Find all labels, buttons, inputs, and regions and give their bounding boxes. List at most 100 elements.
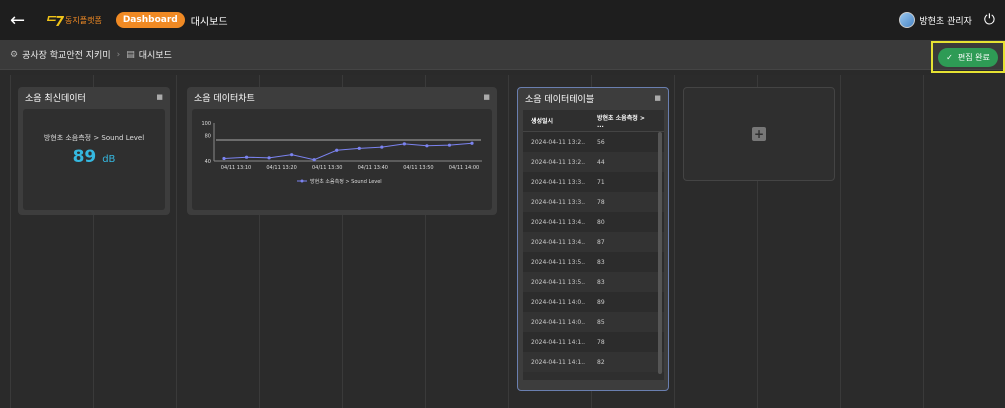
data-point — [335, 148, 339, 152]
table-row[interactable]: 2024-04-11 13:2.. 44 — [523, 152, 664, 172]
dashboard-badge: Dashboard — [115, 12, 185, 28]
gear-icon: ⚙ — [10, 49, 19, 60]
table-cell-date: 2024-04-11 14:1.. — [531, 358, 586, 366]
latest-number: 89 — [72, 147, 97, 167]
table-cell-value: 71 — [597, 178, 605, 186]
data-point — [312, 158, 316, 162]
scrollbar[interactable] — [658, 132, 662, 374]
data-point — [470, 141, 474, 145]
x-tick-label: 04/11 13:20 — [266, 165, 296, 171]
x-tick-label: 04/11 13:30 — [312, 165, 342, 171]
latest-unit: dB — [102, 154, 116, 165]
edit-done-button[interactable]: ✓ 편집 완료 — [938, 47, 998, 67]
table-cell-value: 78 — [597, 198, 605, 206]
breadcrumb-root[interactable]: 공사장 학교안전 지키미 — [22, 48, 111, 61]
table-row[interactable]: 2024-04-11 13:4.. 87 — [523, 232, 664, 252]
avatar — [899, 12, 916, 28]
y-tick-label: 40 — [205, 159, 211, 165]
column-header[interactable]: 방현초 소음측정 > ... — [591, 113, 651, 129]
table-cell-value: 89 — [597, 298, 605, 306]
breadcrumb-bar: ⚙ 공사장 학교안전 지키미 › ▤ 대시보드 — [0, 40, 1005, 70]
data-point — [244, 155, 249, 159]
chevron-right-icon: › — [116, 49, 121, 60]
breadcrumb: ⚙ 공사장 학교안전 지키미 › ▤ 대시보드 — [10, 48, 172, 62]
edit-done-label: 편집 완료 — [957, 52, 990, 62]
table-cell-value: 44 — [597, 158, 605, 166]
data-point — [290, 153, 294, 157]
widget-title: 소음 최신데이터 — [25, 93, 86, 104]
data-point — [267, 156, 271, 160]
logo-mark: ᄃ7 — [44, 14, 64, 30]
x-tick-label: 04/11 14:00 — [449, 165, 479, 171]
table-cell-value: 78 — [597, 338, 605, 346]
power-icon[interactable]: ⏻ — [984, 12, 995, 28]
trash-icon[interactable]: ■ — [483, 93, 490, 101]
arrow-left-icon[interactable]: ← — [10, 10, 32, 31]
user-menu[interactable]: 방현초 관리자 — [899, 12, 972, 28]
data-point — [357, 146, 361, 150]
y-tick-label: 100 — [201, 121, 211, 127]
table-cell-date: 2024-04-11 13:3.. — [531, 178, 586, 186]
latest-label: 방현초 소음측정 > Sound Level — [43, 134, 145, 142]
data-chart-widget[interactable]: 소음 데이터차트 ■ 100 80 40 04/11 13:10 04/11 13:20 0… — [187, 87, 497, 215]
dashboard-canvas: 소음 최신데이터 ■ 방현초 소음측정 > Sound Level 89 dB 소… — [10, 75, 1000, 408]
table-row[interactable]: 2024-04-11 14:0.. 85 — [523, 312, 664, 332]
table-cell-date: 2024-04-11 14:0.. — [531, 298, 586, 306]
table-cell-date: 2024-04-11 13:5.. — [531, 278, 586, 286]
table-header: 생성일시 방현초 소음측정 > ... — [523, 110, 664, 132]
widget-title: 소음 데이터차트 — [194, 93, 255, 104]
table-cell-value: 82 — [597, 358, 605, 366]
column-header[interactable]: 생성일시 — [523, 116, 591, 125]
table-row[interactable]: 2024-04-11 13:3.. 78 — [523, 192, 664, 212]
x-tick-label: 04/11 13:10 — [221, 165, 251, 171]
x-tick-label: 04/11 13:50 — [403, 165, 433, 171]
table-cell-value: 83 — [597, 278, 605, 286]
data-point — [425, 144, 429, 148]
widget-body: 방현초 소음측정 > Sound Level 89 dB — [23, 109, 165, 210]
line-chart: 100 80 40 04/11 13:10 04/11 13:20 04/11 13:30… — [201, 121, 482, 185]
x-tick-label: 04/11 13:40 — [358, 165, 388, 171]
data-point — [447, 143, 452, 147]
dashboard-icon: ▤ — [126, 49, 135, 60]
table-row[interactable]: 2024-04-11 14:1.. 82 — [523, 352, 664, 372]
table-row[interactable]: 2024-04-11 14:1.. 78 — [523, 332, 664, 352]
table-cell-date: 2024-04-11 13:4.. — [531, 238, 586, 246]
user-name: 방현초 관리자 — [919, 16, 972, 27]
logo-text: 동지플랫폼 — [65, 15, 102, 25]
widget-body: 100 80 40 04/11 13:10 04/11 13:20 04/11 13:30… — [192, 109, 492, 210]
table-row[interactable]: 2024-04-11 13:5.. 83 — [523, 272, 664, 292]
latest-value: 89 dB — [23, 147, 165, 167]
table-cell-value: 87 — [597, 238, 605, 246]
table-cell-value: 83 — [597, 258, 605, 266]
data-table: 생성일시 방현초 소음측정 > ... 2024-04-11 13:2.. 56 2… — [523, 110, 664, 380]
add-widget-icon[interactable]: + — [752, 127, 766, 141]
breadcrumb-current: 대시보드 — [138, 51, 172, 61]
table-cell-date: 2024-04-11 13:4.. — [531, 218, 586, 226]
table-cell-value: 80 — [597, 218, 605, 226]
table-cell-date: 2024-04-11 14:1.. — [531, 338, 586, 346]
table-row[interactable]: 2024-04-11 13:3.. 71 — [523, 172, 664, 192]
trash-icon[interactable]: ■ — [156, 93, 163, 101]
y-tick-label: 80 — [205, 134, 211, 140]
latest-data-widget[interactable]: 소음 최신데이터 ■ 방현초 소음측정 > Sound Level 89 dB — [18, 87, 170, 215]
top-bar: ← ᄃ7 동지플랫폼 Dashboard 대시보드 방현초 관리자 ⏻ — [0, 0, 1005, 40]
data-point — [222, 156, 226, 161]
table-body: 2024-04-11 13:2.. 56 2024-04-11 13:2.. 44 20… — [523, 132, 664, 372]
table-cell-value: 56 — [597, 138, 605, 146]
legend-label: 방현초 소음측정 > Sound Level — [310, 178, 382, 185]
page-title: 대시보드 — [190, 16, 228, 28]
legend-marker — [300, 179, 304, 183]
table-cell-value: 85 — [597, 318, 605, 326]
trash-icon[interactable]: ■ — [654, 94, 661, 102]
table-cell-date: 2024-04-11 14:0.. — [531, 318, 586, 326]
data-point — [402, 142, 406, 146]
table-cell-date: 2024-04-11 13:2.. — [531, 158, 586, 166]
table-row[interactable]: 2024-04-11 13:2.. 56 — [523, 132, 664, 152]
table-row[interactable]: 2024-04-11 14:0.. 89 — [523, 292, 664, 312]
table-row[interactable]: 2024-04-11 13:4.. 80 — [523, 212, 664, 232]
series-line — [223, 142, 473, 161]
add-widget-slot[interactable]: + — [683, 87, 835, 181]
table-row[interactable]: 2024-04-11 13:5.. 83 — [523, 252, 664, 272]
data-table-widget[interactable]: 소음 데이터테이블 ■ 생성일시 방현초 소음측정 > ... 2024-04-1… — [517, 87, 669, 391]
table-cell-date: 2024-04-11 13:3.. — [531, 198, 586, 206]
